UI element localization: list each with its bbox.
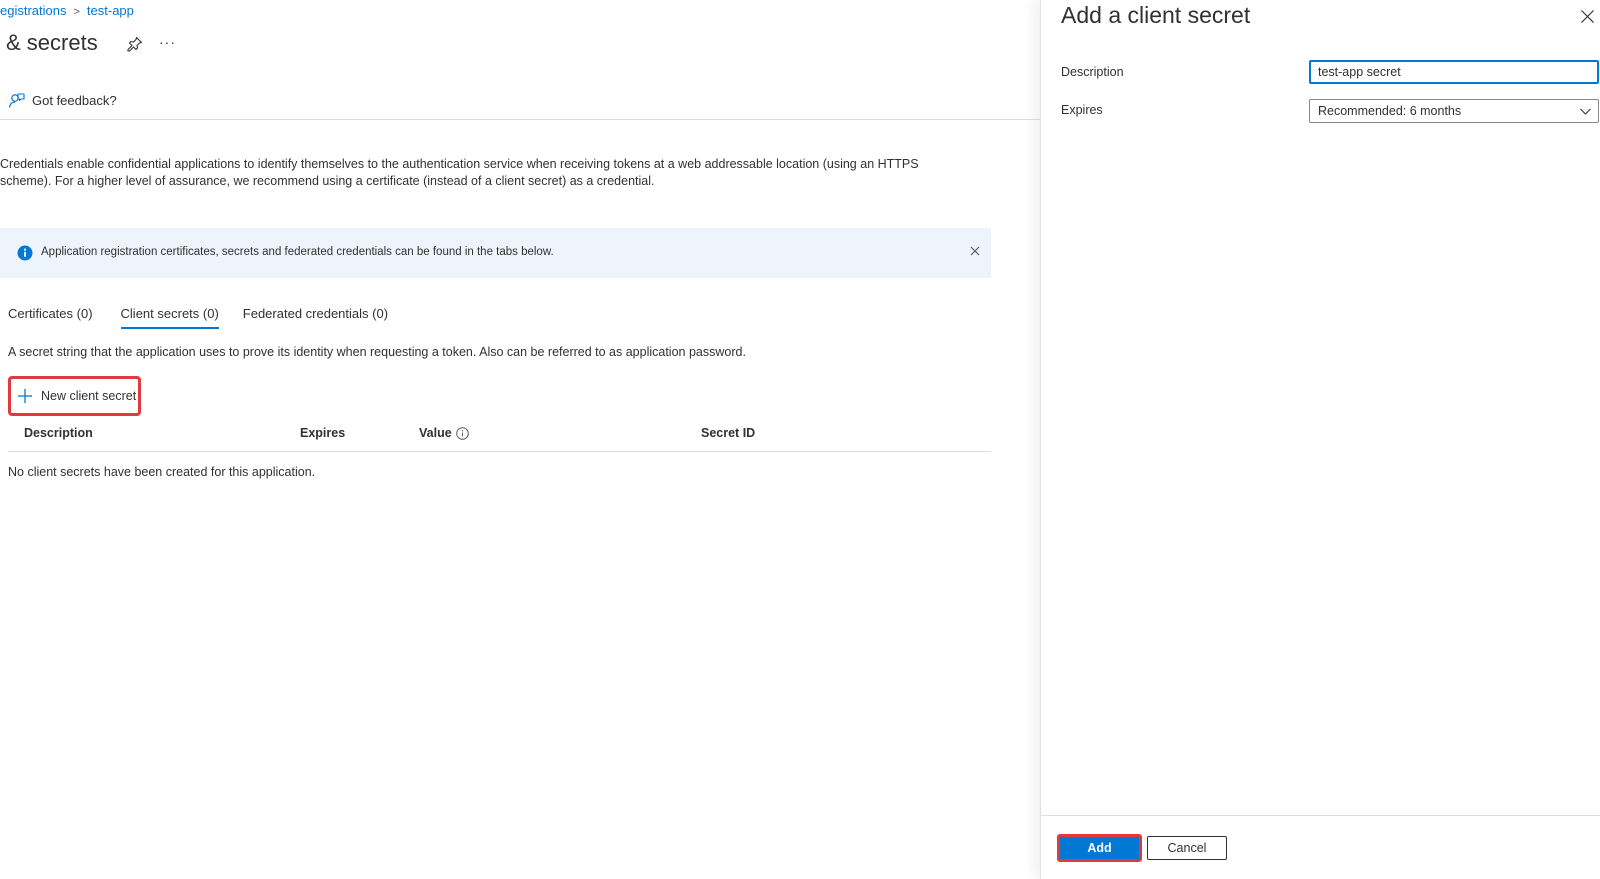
expires-selected-value: Recommended: 6 months — [1318, 104, 1462, 118]
client-secrets-description: A secret string that the application use… — [8, 345, 746, 359]
info-small-icon[interactable] — [455, 426, 469, 440]
cancel-button[interactable]: Cancel — [1147, 836, 1227, 860]
panel-footer-divider — [1041, 815, 1600, 816]
breadcrumb: egistrations > test-app — [0, 3, 134, 18]
header-divider — [0, 119, 1040, 120]
feedback-label: Got feedback? — [32, 93, 117, 108]
feedback-icon — [8, 93, 25, 108]
feedback-button[interactable]: Got feedback? — [8, 92, 117, 109]
add-client-secret-panel: Add a client secret Description Expires … — [1040, 0, 1600, 879]
info-banner-text: Application registration certificates, s… — [41, 246, 554, 258]
description-label: Description — [1061, 65, 1124, 79]
intro-text: Credentials enable confidential applicat… — [0, 157, 919, 188]
close-icon[interactable] — [967, 243, 983, 259]
plus-icon — [18, 389, 32, 403]
info-icon — [17, 245, 33, 261]
column-header-secret-id: Secret ID — [701, 426, 756, 440]
tab-client-secrets[interactable]: Client secrets (0) — [120, 306, 220, 329]
tab-federated-credentials[interactable]: Federated credentials (0) — [243, 306, 388, 329]
column-header-expires: Expires — [300, 426, 346, 440]
expires-label: Expires — [1061, 103, 1103, 117]
credential-tabs: Certificates (0) Client secrets (0) Fede… — [8, 306, 388, 329]
new-client-secret-label: New client secret — [41, 389, 137, 403]
panel-title: Add a client secret — [1061, 2, 1251, 28]
column-header-value-label: Value — [419, 426, 452, 440]
description-input[interactable] — [1309, 60, 1599, 84]
pin-icon[interactable] — [127, 36, 143, 52]
info-banner: Application registration certificates, s… — [0, 228, 991, 278]
breadcrumb-current-link[interactable]: test-app — [87, 3, 134, 18]
secrets-table-header: Description Expires Value Secret ID — [8, 424, 991, 452]
tab-certificates[interactable]: Certificates (0) — [8, 306, 93, 329]
column-header-value: Value — [419, 426, 469, 440]
more-icon[interactable]: ··· — [159, 34, 176, 50]
add-button[interactable]: Add — [1057, 834, 1142, 862]
new-client-secret-button[interactable]: New client secret — [8, 376, 141, 416]
chevron-down-icon — [1580, 108, 1591, 115]
close-icon[interactable] — [1580, 9, 1595, 24]
breadcrumb-separator: > — [73, 6, 80, 18]
column-header-description: Description — [24, 426, 93, 440]
page-title: & secrets — [6, 30, 98, 55]
expires-dropdown[interactable]: Recommended: 6 months — [1309, 99, 1599, 123]
empty-table-message: No client secrets have been created for … — [8, 465, 316, 479]
main-blade: egistrations > test-app & secrets ··· Got … — [0, 0, 1040, 879]
breadcrumb-parent-link[interactable]: egistrations — [0, 3, 66, 18]
